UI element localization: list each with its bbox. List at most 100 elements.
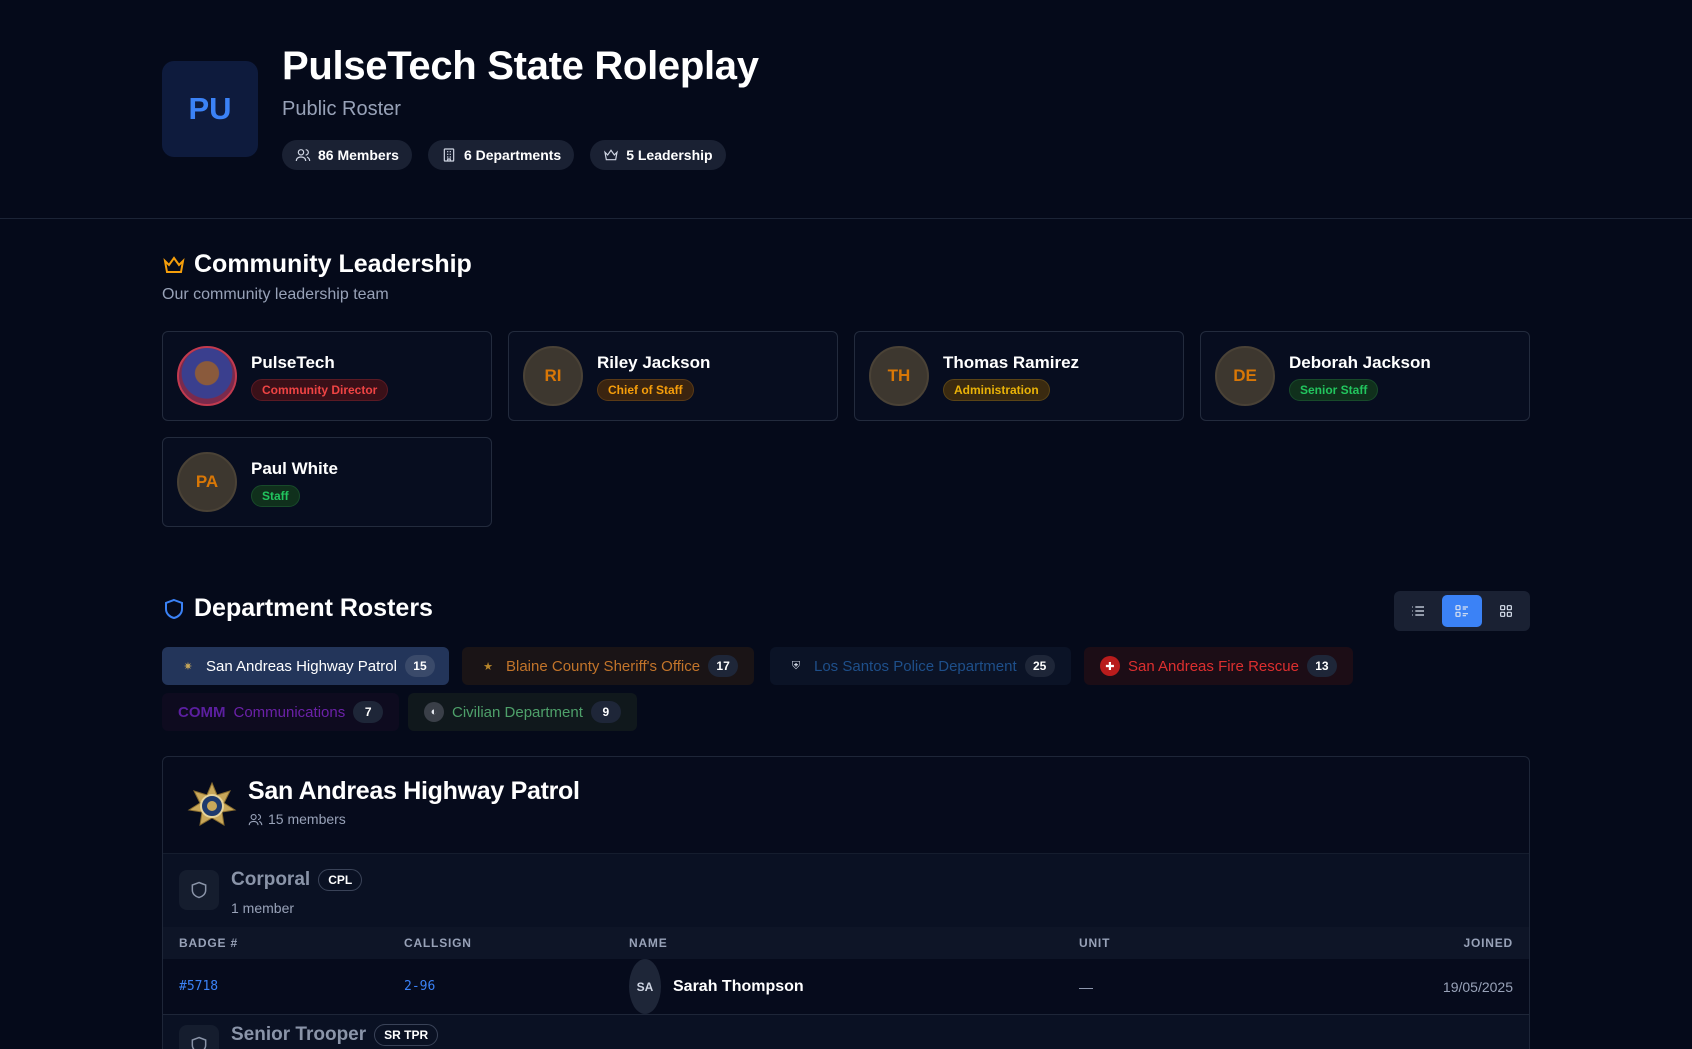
roster-header: PU PulseTech State Roleplay Public Roste… — [0, 0, 1692, 219]
rank-group-header[interactable]: Corporal CPL 1 member — [163, 853, 1529, 927]
view-mode-switch — [1394, 591, 1530, 631]
unit: — — [1079, 978, 1093, 995]
tab-count: 9 — [590, 701, 621, 723]
col-badge: BADGE # — [179, 936, 238, 950]
crown-icon — [163, 255, 185, 273]
col-name: NAME — [629, 936, 668, 950]
departments-title: Department Rosters — [194, 594, 433, 622]
role-badge: Chief of Staff — [597, 379, 694, 401]
leader-card[interactable]: PulseTech Community Director — [162, 331, 492, 421]
users-icon — [248, 813, 263, 825]
leader-card[interactable]: TH Thomas Ramirez Administration — [854, 331, 1184, 421]
joined-date: 19/05/2025 — [1442, 978, 1513, 995]
leader-name: Riley Jackson — [597, 353, 711, 372]
page-subtitle: Public Roster — [282, 98, 401, 120]
table-header: BADGE # CALLSIGN NAME UNIT JOINED — [163, 927, 1529, 959]
leader-card[interactable]: PA Paul White Staff — [162, 437, 492, 527]
col-callsign: CALLSIGN — [404, 936, 472, 950]
role-badge: Community Director — [251, 379, 389, 401]
callsign: 2-96 — [404, 979, 436, 994]
detailed-view-button[interactable] — [1442, 595, 1482, 627]
avatar — [177, 346, 237, 406]
rank-group-header[interactable]: Senior Trooper SR TPR — [163, 1015, 1529, 1049]
sahp-badge-icon: ✷ — [183, 660, 193, 673]
tab-label: San Andreas Highway Patrol — [206, 657, 397, 675]
roster-member-count: 15 members — [248, 811, 346, 827]
star-badge-icon: ★ — [483, 660, 493, 673]
leadership-title: Community Leadership — [194, 250, 472, 278]
tab-count: 15 — [404, 655, 435, 677]
rank-name: Senior Trooper SR TPR — [231, 1024, 439, 1046]
shield-icon — [191, 1036, 207, 1049]
role-badge: Administration — [943, 379, 1050, 401]
building-icon — [443, 148, 455, 162]
tab-label: Los Santos Police Department — [814, 657, 1017, 675]
leader-name: Thomas Ramirez — [943, 353, 1080, 372]
civilian-badge-icon: ◐ — [424, 702, 444, 722]
avatar: PA — [177, 452, 237, 512]
leader-card[interactable]: RI Riley Jackson Chief of Staff — [508, 331, 838, 421]
fire-badge-icon: ✚ — [1100, 656, 1120, 676]
users-icon — [295, 149, 311, 162]
tab-count: 17 — [708, 655, 739, 677]
table-row[interactable]: #5718 2-96 SA Sarah Thompson — 19/05/202… — [163, 959, 1529, 1015]
badge-number: #5718 — [179, 979, 219, 994]
shield-icon — [191, 881, 207, 899]
detailed-view-icon — [1455, 605, 1468, 617]
role-badge: Staff — [251, 485, 300, 507]
tab-bcso[interactable]: ★ Blaine County Sheriff's Office 17 — [462, 647, 755, 685]
avatar: SA — [629, 959, 661, 1014]
leader-card[interactable]: DE Deborah Jackson Senior Staff — [1200, 331, 1530, 421]
stat-departments-label: 6 Departments — [463, 147, 562, 163]
stat-members-label: 86 Members — [318, 147, 399, 163]
police-badge-icon: ⛨ — [791, 659, 801, 672]
leadership-subtitle: Our community leadership team — [162, 286, 389, 303]
rank-icon — [179, 1025, 219, 1049]
page-title: PulseTech State Roleplay — [282, 44, 759, 88]
tab-civilian[interactable]: ◐ Civilian Department 9 — [408, 693, 637, 731]
tab-label: Communications — [233, 703, 346, 721]
sahp-star-badge-icon — [187, 781, 237, 826]
tab-label: Blaine County Sheriff's Office — [506, 657, 701, 675]
roster-member-count-label: 15 members — [268, 811, 346, 827]
tab-sahp[interactable]: ✷ San Andreas Highway Patrol 15 — [162, 647, 449, 685]
col-joined: JOINED — [1463, 936, 1513, 950]
rank-name-label: Corporal — [231, 869, 311, 890]
grid-view-icon — [1500, 605, 1512, 617]
list-view-button[interactable] — [1398, 595, 1438, 627]
stat-members: 86 Members — [282, 140, 412, 170]
community-logo: PU — [162, 61, 258, 157]
stat-leadership: 5 Leadership — [590, 140, 726, 170]
stat-leadership-label: 5 Leadership — [626, 147, 713, 163]
stat-departments: 6 Departments — [427, 140, 575, 170]
stats-pills: 86 Members 6 Departments 5 Leadership — [282, 140, 726, 170]
rank-name: Corporal CPL — [231, 869, 363, 891]
rank-abbreviation: SR TPR — [374, 1024, 439, 1046]
shield-icon — [165, 598, 183, 619]
leader-name: PulseTech — [251, 353, 335, 372]
col-unit: UNIT — [1079, 936, 1111, 950]
rank-icon — [179, 870, 219, 910]
grid-view-button[interactable] — [1486, 595, 1526, 627]
member-name-cell: SA Sarah Thompson — [629, 959, 804, 1014]
tab-safr[interactable]: ✚ San Andreas Fire Rescue 13 — [1084, 647, 1353, 685]
avatar: RI — [523, 346, 583, 406]
avatar: DE — [1215, 346, 1275, 406]
crown-icon — [604, 149, 619, 161]
rank-member-count: 1 member — [231, 900, 295, 916]
roster-panel: San Andreas Highway Patrol 15 members Co… — [162, 756, 1530, 1049]
tab-communications[interactable]: COMM Communications 7 — [162, 693, 400, 731]
departments-heading: Department Rosters — [162, 594, 433, 623]
tab-count: 25 — [1024, 655, 1055, 677]
tab-count: 13 — [1306, 655, 1337, 677]
roster-title: San Andreas Highway Patrol — [248, 777, 580, 805]
avatar: TH — [869, 346, 929, 406]
leader-name: Deborah Jackson — [1289, 353, 1431, 372]
tab-count: 7 — [353, 701, 384, 723]
tab-label: San Andreas Fire Rescue — [1128, 657, 1299, 675]
role-badge: Senior Staff — [1289, 379, 1379, 401]
leadership-heading: Community Leadership — [162, 250, 472, 279]
rank-abbreviation: CPL — [318, 869, 363, 891]
roster-panel-header: San Andreas Highway Patrol 15 members — [163, 757, 1529, 853]
tab-lspd[interactable]: ⛨ Los Santos Police Department 25 — [770, 647, 1071, 685]
